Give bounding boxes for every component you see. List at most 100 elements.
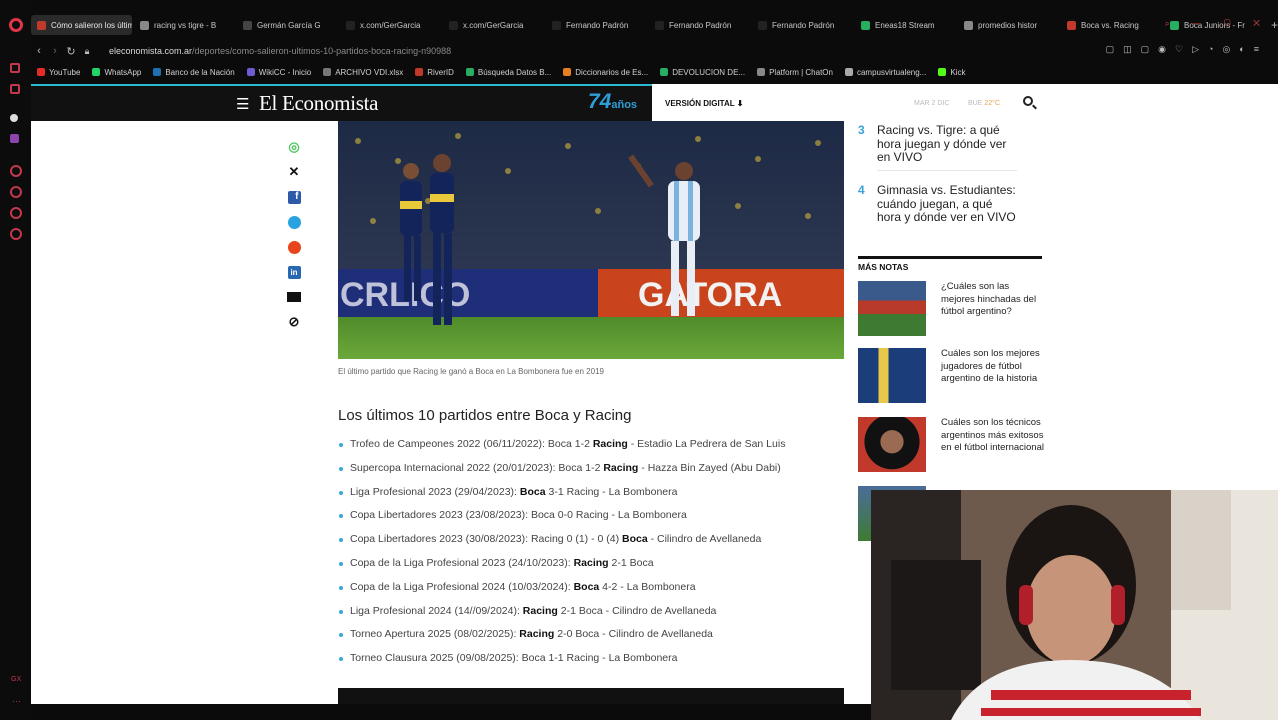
note-thumbnail[interactable] xyxy=(858,348,926,403)
section-divider xyxy=(858,256,1042,259)
twitch-icon[interactable] xyxy=(10,134,19,143)
match-winner: Boca xyxy=(622,533,648,546)
tab-9[interactable]: Eneas18 Stream xyxy=(855,15,956,35)
window-controls-icon[interactable]: ⌕ — ▢ ✕ xyxy=(1165,18,1270,29)
match-text: 2-1 Boca xyxy=(608,556,654,569)
tab-favicon-icon xyxy=(37,20,46,30)
reload-icon[interactable]: ↻ xyxy=(63,45,79,58)
ranked-note-title[interactable]: Racing vs. Tigre: a qué hora juegan y dó… xyxy=(877,123,1017,165)
tab-favicon-icon xyxy=(346,20,355,30)
tab-3[interactable]: Germán García G xyxy=(237,15,338,35)
whatsapp-icon[interactable]: ◎ xyxy=(286,139,302,155)
site-header: ☰ El Economista 74años VERSIÓN DIGITAL ⬇… xyxy=(31,84,1278,121)
new-tab-icon[interactable]: + xyxy=(1271,18,1278,32)
email-icon[interactable] xyxy=(286,289,302,305)
match-item: Copa de la Liga Profesional 2023 (24/10/… xyxy=(338,557,785,581)
history-icon[interactable] xyxy=(10,165,22,177)
match-text: - Cilindro de Avellaneda xyxy=(647,533,762,546)
match-item: Torneo Clausura 2025 (09/08/2025): Boca … xyxy=(338,652,785,676)
tab-11[interactable]: Boca vs. Racing xyxy=(1061,15,1162,35)
address-bar: ‹ › ↻ 🔒︎ eleconomista.com.ar/deportes/co… xyxy=(31,40,1278,62)
rank-number: 4 xyxy=(858,183,865,197)
bookmark-label: RiverID xyxy=(427,67,454,77)
version-digital-link[interactable]: VERSIÓN DIGITAL ⬇︎ xyxy=(665,99,743,108)
tab-7[interactable]: Fernando Padrón xyxy=(649,15,750,35)
facebook-icon[interactable]: f xyxy=(286,189,302,205)
anniversary-badge: 74años xyxy=(588,90,637,114)
tab-1[interactable]: Cómo salieron los último xyxy=(31,15,132,35)
bookmark-item[interactable]: Kick xyxy=(938,68,965,77)
tab-strip: Cómo salieron los último racing vs tigre … xyxy=(31,14,1278,36)
bookmark-item[interactable]: WikiCC - Inicio xyxy=(246,68,311,77)
tab-favicon-icon xyxy=(1067,20,1076,30)
tab-6[interactable]: Fernando Padrón xyxy=(546,15,647,35)
toolbar-icons[interactable]: ▢◫▢◉♡▷◔◎◐≡ xyxy=(1106,44,1268,55)
bookmark-item[interactable]: ARCHIVO VDI.xlsx xyxy=(323,68,403,77)
bookmark-item[interactable]: DEVOLUCION DE... xyxy=(660,68,745,77)
sidebar-app-icon[interactable] xyxy=(10,114,18,122)
tab-8[interactable]: Fernando Padrón xyxy=(752,15,853,35)
bookmark-item[interactable]: Diccionarios de Es... xyxy=(563,68,648,77)
tab-5[interactable]: x.com/GerGarcia xyxy=(443,15,544,35)
sidebar-app-icon[interactable] xyxy=(10,63,20,73)
more-icon[interactable]: ··· xyxy=(12,696,21,706)
bookmark-favicon-icon xyxy=(660,68,669,76)
tab-favicon-icon xyxy=(861,20,870,30)
bookmark-favicon-icon xyxy=(465,68,474,76)
note-thumbnail[interactable] xyxy=(858,417,926,472)
bookmark-item[interactable]: Banco de la Nación xyxy=(153,68,235,77)
bookmark-favicon-icon xyxy=(415,68,424,76)
match-text: - Estadio La Pedrera de San Luis xyxy=(627,438,786,450)
match-text: Copa de la Liga Profesional 2024 (10/03/… xyxy=(350,580,574,593)
menu-icon[interactable]: ☰ xyxy=(236,95,249,113)
bookmark-item[interactable]: YouTube xyxy=(37,68,80,77)
match-item: Trofeo de Campeones 2022 (06/11/2022): B… xyxy=(338,438,785,462)
header-right: VERSIÓN DIGITAL ⬇︎ MAR 2 DIC BUE 22°C xyxy=(652,84,1278,121)
tab-favicon-icon xyxy=(140,20,149,30)
linkedin-icon[interactable]: in xyxy=(286,264,302,280)
search-icon[interactable] xyxy=(1023,96,1033,106)
note-title[interactable]: Cuáles son los mejores jugadores de fútb… xyxy=(941,348,1045,386)
bookmark-item[interactable]: RiverID xyxy=(415,68,454,77)
url-domain: eleconomista.com.ar xyxy=(109,46,193,56)
settings-icon[interactable] xyxy=(10,228,22,240)
note-title[interactable]: Cuáles son los técnicos argentinos más e… xyxy=(941,417,1045,455)
bookmark-favicon-icon xyxy=(92,68,101,76)
bookmark-favicon-icon xyxy=(323,68,332,76)
tab-10[interactable]: promedios histor xyxy=(958,15,1059,35)
match-text: 4-2 - La Bombonera xyxy=(599,580,696,593)
extensions-icon[interactable] xyxy=(10,207,22,219)
note-title[interactable]: ¿Cuáles son las mejores hinchadas del fú… xyxy=(941,281,1045,319)
match-text: 2-1 Boca - Cilindro de Avellaneda xyxy=(557,604,717,617)
tab-4[interactable]: x.com/GerGarcia xyxy=(340,15,441,35)
sidebar-app-icon[interactable] xyxy=(10,84,20,94)
bookmark-label: YouTube xyxy=(49,67,81,77)
tab-label: Fernando Padrón xyxy=(669,20,732,30)
note-thumbnail[interactable] xyxy=(858,281,926,336)
bookmark-favicon-icon xyxy=(757,68,766,76)
bookmark-item[interactable]: campusvirtualeng... xyxy=(844,68,926,77)
site-logo[interactable]: El Economista xyxy=(259,91,378,116)
bookmark-item[interactable]: Platform | ChatOn xyxy=(757,68,833,77)
tab-2[interactable]: racing vs tigre - B xyxy=(134,15,235,35)
mas-notas-heading: MÁS NOTAS xyxy=(858,262,909,272)
url-field[interactable]: eleconomista.com.ar/deportes/como-salier… xyxy=(109,46,451,56)
ranked-note-title[interactable]: Gimnasia vs. Estudiantes: cuándo juegan,… xyxy=(877,183,1017,225)
tab-label: Cómo salieron los último xyxy=(51,20,132,30)
back-icon[interactable]: ‹ xyxy=(31,45,47,57)
downloads-icon[interactable] xyxy=(10,186,22,198)
forward-icon[interactable]: › xyxy=(47,45,63,57)
opera-logo-icon[interactable] xyxy=(9,18,23,32)
x-icon[interactable]: ✕ xyxy=(286,164,302,180)
bookmark-item[interactable]: WhatsApp xyxy=(92,68,141,77)
telegram-icon[interactable] xyxy=(286,214,302,230)
bookmark-item[interactable]: Búsqueda Datos B... xyxy=(465,68,551,77)
reddit-icon[interactable] xyxy=(286,239,302,255)
embedded-video[interactable] xyxy=(338,688,844,704)
match-text: Torneo Apertura 2025 (08/02/2025): xyxy=(350,628,520,641)
gx-icon[interactable]: GX xyxy=(11,676,21,683)
bookmark-favicon-icon xyxy=(938,68,947,76)
link-icon[interactable]: ⊘ xyxy=(286,314,302,330)
section-heading: Los últimos 10 partidos entre Boca y Rac… xyxy=(338,407,632,424)
window-bottom-edge xyxy=(31,704,871,720)
